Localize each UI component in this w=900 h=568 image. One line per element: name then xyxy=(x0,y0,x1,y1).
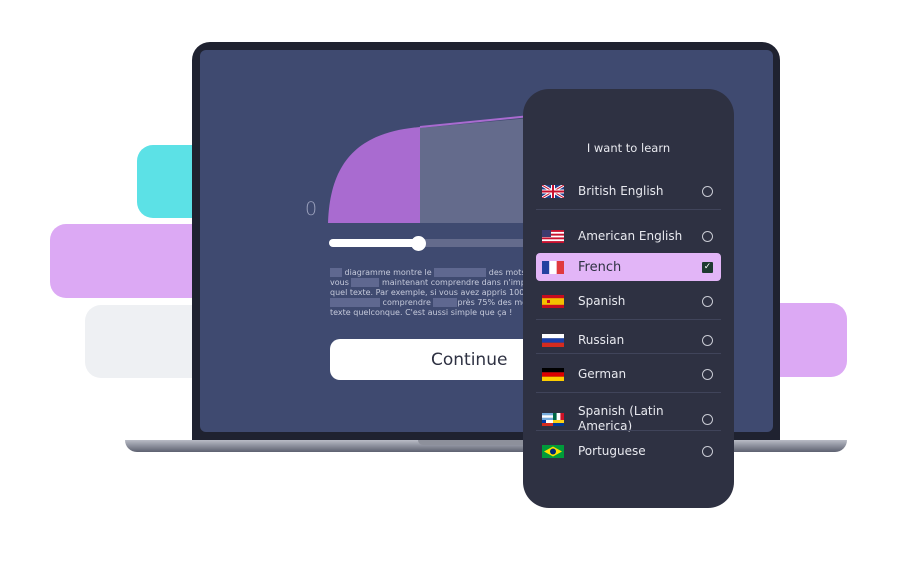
radio-button[interactable] xyxy=(702,185,713,197)
russia-flag-icon xyxy=(542,333,564,347)
radio-button[interactable] xyxy=(702,295,713,307)
language-option[interactable]: British English xyxy=(536,182,721,200)
radio-button[interactable] xyxy=(702,413,713,425)
language-label: Russian xyxy=(578,332,625,347)
divider xyxy=(536,392,721,393)
language-picker-phone: I want to learn British English American… xyxy=(523,89,734,508)
language-label: Portuguese xyxy=(578,443,646,458)
radio-button[interactable] xyxy=(702,368,713,380)
picker-title: I want to learn xyxy=(586,141,671,155)
language-label: American English xyxy=(578,228,683,243)
language-option[interactable]: French ✓ xyxy=(536,253,721,281)
france-flag-icon xyxy=(542,260,564,274)
language-option[interactable]: German xyxy=(536,365,721,383)
slider-fill xyxy=(329,239,421,247)
chart-remaining-area xyxy=(420,118,530,223)
checkbox-checked-icon[interactable]: ✓ xyxy=(702,261,713,273)
divider xyxy=(536,209,721,210)
radio-button[interactable] xyxy=(702,230,713,242)
divider xyxy=(536,353,721,354)
language-label: Spanish xyxy=(578,293,626,308)
language-label: German xyxy=(578,366,627,381)
divider xyxy=(536,430,721,431)
brazil-flag-icon xyxy=(542,444,564,458)
radio-button[interactable] xyxy=(702,334,713,346)
germany-flag-icon xyxy=(542,367,564,381)
chart-zero-label: 0 xyxy=(305,198,318,220)
spain-flag-icon xyxy=(542,294,564,308)
uk-flag-icon xyxy=(541,183,565,199)
slider-handle[interactable] xyxy=(411,236,426,251)
latin-america-flags-icon xyxy=(542,412,564,426)
language-option[interactable]: Portuguese xyxy=(536,442,721,460)
language-option[interactable]: Russian xyxy=(536,331,721,349)
us-flag-icon xyxy=(542,229,564,243)
radio-button[interactable] xyxy=(702,445,713,457)
divider xyxy=(536,319,721,320)
language-label: British English xyxy=(578,183,664,198)
language-label: French xyxy=(578,259,622,275)
language-option[interactable]: American English xyxy=(536,220,721,252)
chart-known-area xyxy=(328,127,420,223)
language-option[interactable]: Spanish xyxy=(536,292,721,310)
